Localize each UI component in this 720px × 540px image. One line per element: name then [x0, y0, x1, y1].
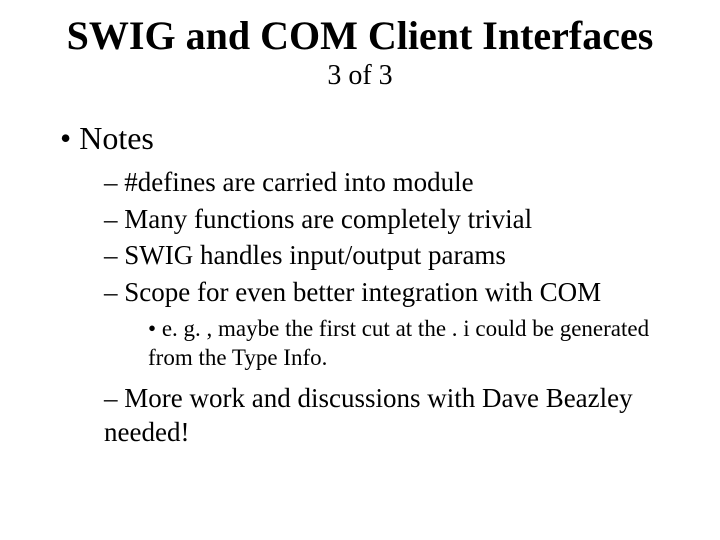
- bullet-text: Many functions are completely trivial: [124, 204, 532, 234]
- list-item: Scope for even better integration with C…: [104, 275, 680, 373]
- bullet-list-level3: e. g. , maybe the first cut at the . i c…: [148, 315, 680, 373]
- bullet-text: #defines are carried into module: [124, 167, 473, 197]
- list-item: #defines are carried into module: [104, 165, 680, 200]
- slide-title: SWIG and COM Client Interfaces: [40, 14, 680, 58]
- bullet-text: SWIG handles input/output params: [124, 240, 506, 270]
- list-item: Notes #defines are carried into module M…: [60, 120, 680, 450]
- list-item: e. g. , maybe the first cut at the . i c…: [148, 315, 680, 373]
- list-item: More work and discussions with Dave Beaz…: [104, 381, 680, 450]
- bullet-text: More work and discussions with Dave Beaz…: [104, 383, 633, 448]
- bullet-text: Scope for even better integration with C…: [124, 277, 601, 307]
- bullet-list-level1: Notes #defines are carried into module M…: [60, 120, 680, 450]
- slide-subtitle: 3 of 3: [40, 60, 680, 92]
- list-item: Many functions are completely trivial: [104, 202, 680, 237]
- bullet-text: Notes: [79, 120, 154, 156]
- slide: SWIG and COM Client Interfaces 3 of 3 No…: [0, 0, 720, 540]
- list-item: SWIG handles input/output params: [104, 238, 680, 273]
- bullet-list-level2: #defines are carried into module Many fu…: [104, 165, 680, 450]
- bullet-text: e. g. , maybe the first cut at the . i c…: [148, 316, 649, 370]
